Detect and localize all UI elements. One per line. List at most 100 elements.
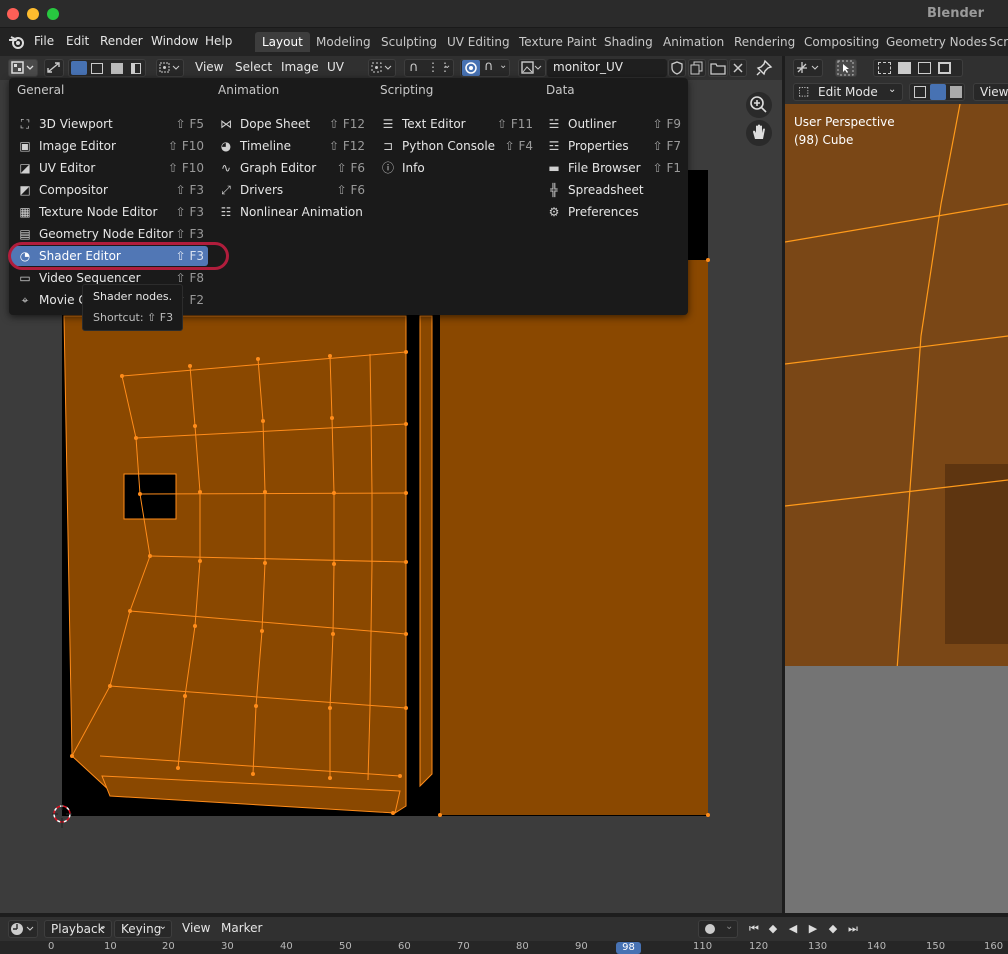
tab-geometry-nodes[interactable]: Geometry Nodes xyxy=(879,32,994,52)
menu-item-outliner[interactable]: ☱ Outliner ⇧ F9 xyxy=(547,114,685,134)
frame-tick: 50 xyxy=(339,941,352,952)
node-icon: ◩ xyxy=(19,183,31,197)
tab-sculpting[interactable]: Sculpting xyxy=(374,32,444,52)
chevron-down-icon: ⌄ xyxy=(725,921,734,932)
column-header-general: General xyxy=(17,83,65,97)
menu-item-3d-viewport[interactable]: ⛶ 3D Viewport ⇧ F5 xyxy=(18,114,208,134)
select-tool-button[interactable] xyxy=(835,59,857,77)
tab-scripting[interactable]: Scri xyxy=(982,32,1008,52)
pan-gizmo-button[interactable] xyxy=(746,120,772,146)
blender-logo-icon[interactable] xyxy=(8,34,26,50)
frame-tick: 120 xyxy=(749,941,769,952)
tab-modeling[interactable]: Modeling xyxy=(309,32,378,52)
area-divider[interactable] xyxy=(782,56,785,913)
timeline-ruler[interactable]: 0 10 20 30 40 50 60 70 80 90 110 120 130… xyxy=(0,941,1008,954)
dopesheet-icon: ⋈ xyxy=(220,117,232,131)
menu-item-image-editor[interactable]: ▣ Image Editor ⇧ F10 xyxy=(18,136,208,156)
playback-menu[interactable]: Playback ⌄ xyxy=(44,920,112,938)
3d-viewport-area[interactable]: ⬚ Edit Mode ⌄ View User Perspective (98)… xyxy=(785,56,1008,913)
tab-animation[interactable]: Animation xyxy=(656,32,731,52)
menu-window[interactable]: Window xyxy=(151,34,198,48)
close-window-button[interactable] xyxy=(7,8,19,20)
column-header-animation: Animation xyxy=(218,83,280,97)
axis-icon xyxy=(797,62,819,73)
jump-to-keyframe-back-icon[interactable]: ◆ xyxy=(765,921,781,937)
gear-icon: ⚙ xyxy=(548,205,560,219)
zoom-gizmo-button[interactable] xyxy=(746,92,772,118)
select-new-icon[interactable] xyxy=(878,62,891,74)
menu-item-info[interactable]: ⓘ Info xyxy=(381,158,535,178)
menu-item-texture-node-editor[interactable]: ▦ Texture Node Editor ⇧ F3 xyxy=(18,202,208,222)
drivers-icon: ⤢ xyxy=(221,183,231,197)
play-reverse-icon[interactable]: ◀ xyxy=(785,921,801,937)
tab-texture-paint[interactable]: Texture Paint xyxy=(512,32,603,52)
menu-item-nonlinear-animation[interactable]: ☷ Nonlinear Animation xyxy=(219,202,369,222)
menu-item-drivers[interactable]: ⤢ Drivers ⇧ F6 xyxy=(219,180,369,200)
jump-to-start-icon[interactable]: ⏮ xyxy=(746,921,762,937)
menu-item-spreadsheet[interactable]: ╬ Spreadsheet xyxy=(547,180,685,200)
zoom-window-button[interactable] xyxy=(47,8,59,20)
menu-item-graph-editor[interactable]: ∿ Graph Editor ⇧ F6 xyxy=(219,158,369,178)
menu-item-file-browser[interactable]: ▬ File Browser ⇧ F1 xyxy=(547,158,685,178)
menu-item-timeline[interactable]: ◕ Timeline ⇧ F12 xyxy=(219,136,369,156)
timeline-editor-type-button[interactable] xyxy=(8,920,38,938)
timeline-view-menu[interactable]: View xyxy=(182,921,210,935)
clock-icon xyxy=(11,923,34,935)
vertex-mode-icon[interactable] xyxy=(914,86,926,98)
keying-menu[interactable]: Keying ⌄ xyxy=(114,920,172,938)
checker-icon: ▦ xyxy=(19,205,31,219)
tab-layout[interactable]: Layout xyxy=(255,32,310,52)
menu-item-text-editor[interactable]: ☰ Text Editor ⇧ F11 xyxy=(381,114,535,134)
active-object-label: (98) Cube xyxy=(794,133,854,147)
uv-icon: ◪ xyxy=(19,161,31,175)
select-invert-icon[interactable] xyxy=(938,62,951,74)
menu-item-properties[interactable]: ☲ Properties ⇧ F7 xyxy=(547,136,685,156)
menu-item-dope-sheet[interactable]: ⋈ Dope Sheet ⇧ F12 xyxy=(219,114,369,134)
viewport-toolbar-row: ⬚ Edit Mode ⌄ View xyxy=(785,80,1008,104)
minimize-window-button[interactable] xyxy=(27,8,39,20)
selection-mode-group[interactable] xyxy=(873,59,963,77)
menu-item-compositor[interactable]: ◩ Compositor ⇧ F3 xyxy=(18,180,208,200)
frame-tick: 140 xyxy=(867,941,887,952)
viewport-view-menu[interactable]: View xyxy=(973,83,1008,101)
edge-mode-icon[interactable] xyxy=(930,84,946,100)
mesh-select-mode-group[interactable] xyxy=(909,83,965,101)
image-icon: ▣ xyxy=(19,139,31,153)
menu-edit[interactable]: Edit xyxy=(66,34,89,48)
menu-item-preferences[interactable]: ⚙ Preferences xyxy=(547,202,685,222)
view-perspective-label: User Perspective xyxy=(794,115,895,129)
viewport-editor-type-button[interactable] xyxy=(793,59,823,77)
jump-to-keyframe-forward-icon[interactable]: ◆ xyxy=(825,921,841,937)
menu-item-uv-editor[interactable]: ◪ UV Editor ⇧ F10 xyxy=(18,158,208,178)
frame-tick: 40 xyxy=(280,941,293,952)
tab-rendering[interactable]: Rendering xyxy=(727,32,802,52)
edit-mode-icon: ⬚ xyxy=(798,84,810,98)
face-mode-icon[interactable] xyxy=(950,86,962,98)
frame-tick: 70 xyxy=(457,941,470,952)
tab-uv-editing[interactable]: UV Editing xyxy=(440,32,517,52)
tab-shading[interactable]: Shading xyxy=(597,32,660,52)
top-menu-bar: File Edit Render Window Help Layout Mode… xyxy=(0,28,1008,56)
menu-file[interactable]: File xyxy=(34,34,54,48)
menu-help[interactable]: Help xyxy=(205,34,232,48)
timeline-marker-menu[interactable]: Marker xyxy=(221,921,262,935)
chevron-down-icon: ⌄ xyxy=(98,921,107,932)
mode-dropdown[interactable]: ⬚ Edit Mode ⌄ xyxy=(793,83,903,101)
menu-item-geometry-node-editor[interactable]: ▤ Geometry Node Editor ⇧ F3 xyxy=(18,224,208,244)
zoom-icon xyxy=(750,96,767,113)
frame-tick: 30 xyxy=(221,941,234,952)
properties-icon: ☲ xyxy=(548,139,560,153)
play-icon[interactable]: ▶ xyxy=(805,921,821,937)
tab-compositing[interactable]: Compositing xyxy=(797,32,886,52)
nla-icon: ☷ xyxy=(220,205,232,219)
select-extend-icon[interactable] xyxy=(898,62,911,74)
menu-render[interactable]: Render xyxy=(100,34,143,48)
menu-item-python-console[interactable]: ⊐ Python Console ⇧ F4 xyxy=(381,136,535,156)
jump-to-end-icon[interactable]: ⏭ xyxy=(845,921,861,937)
select-subtract-icon[interactable] xyxy=(918,62,931,74)
auto-keying-group[interactable]: ⌄ xyxy=(698,920,738,938)
2d-cursor-icon[interactable] xyxy=(52,804,72,828)
record-icon[interactable] xyxy=(705,924,715,934)
current-frame-indicator[interactable]: 98 xyxy=(616,942,641,954)
frame-tick: 0 xyxy=(48,941,55,952)
